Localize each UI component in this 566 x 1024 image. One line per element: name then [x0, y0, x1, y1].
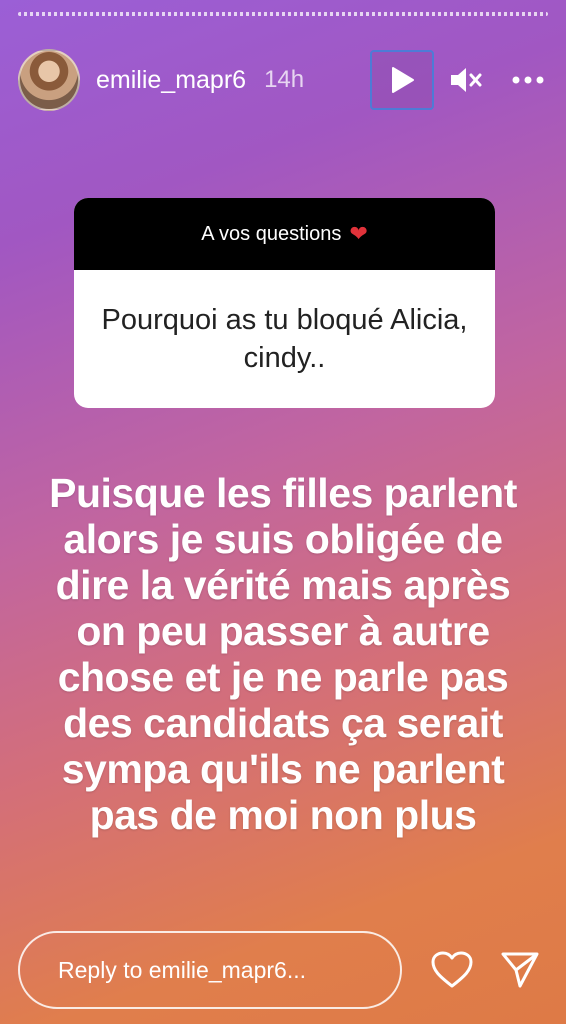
play-button[interactable] [370, 50, 434, 110]
more-icon [512, 76, 544, 84]
avatar[interactable] [18, 49, 80, 111]
story-caption: Puisque les filles parlent alors je suis… [49, 470, 517, 838]
username[interactable]: emilie_mapr6 [96, 66, 246, 95]
more-button[interactable] [508, 60, 548, 100]
question-text: Pourquoi as tu bloqué Alicia, cindy.. [101, 304, 468, 374]
question-sticker[interactable]: A vos questions ❤ Pourquoi as tu bloqué … [74, 198, 495, 408]
story-footer: Reply to emilie_mapr6... [18, 930, 548, 1010]
heart-outline-icon [431, 951, 473, 988]
story-header: emilie_mapr6 14h [18, 48, 548, 112]
post-time: 14h [264, 66, 305, 93]
heart-emoji-icon: ❤ [349, 221, 368, 246]
mute-icon [451, 68, 482, 92]
story-progress-bar [18, 12, 548, 16]
like-button[interactable] [430, 948, 474, 992]
mute-button[interactable] [446, 60, 486, 100]
reply-input[interactable]: Reply to emilie_mapr6... [18, 931, 402, 1009]
send-icon [501, 952, 539, 988]
question-sticker-title: A vos questions [201, 222, 342, 245]
story-controls [370, 48, 548, 112]
question-sticker-header: A vos questions ❤ [74, 198, 495, 270]
play-icon [392, 67, 414, 93]
send-button[interactable] [498, 948, 542, 992]
